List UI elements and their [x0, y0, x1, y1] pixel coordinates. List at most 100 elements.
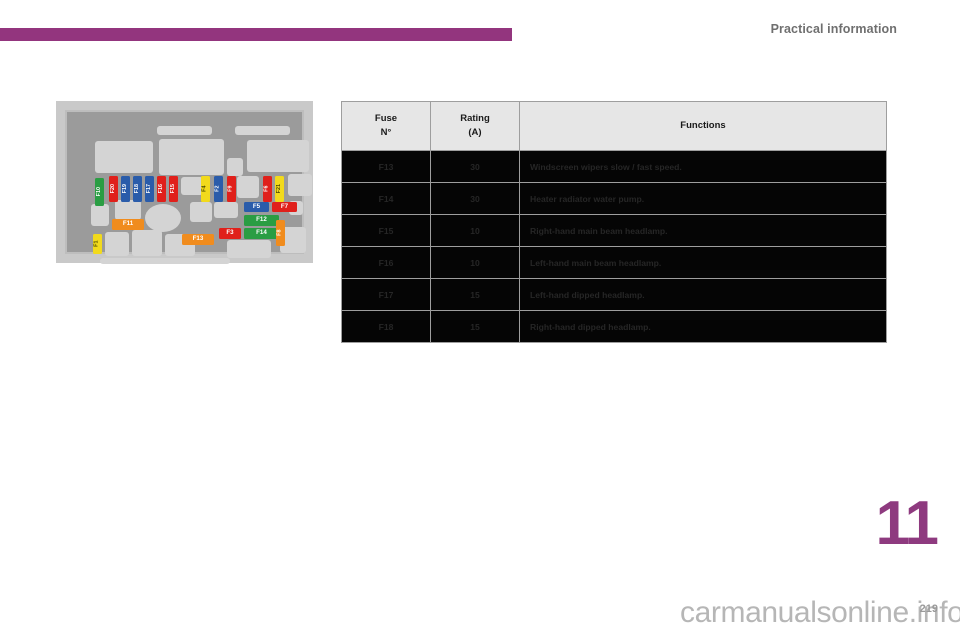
table-header-row: Fuse N° Rating (A) Functions [341, 101, 887, 151]
fuse-f7: F7 [272, 202, 297, 212]
fuse-label: F1 [93, 240, 100, 248]
fuse-f18: F18 [133, 176, 142, 202]
fuse-f8: F8 [276, 220, 285, 246]
fuse-f11: F11 [112, 219, 144, 230]
cell-function: Windscreen wipers slow / fast speed. [519, 150, 887, 183]
table-row: F16 10 Left-hand main beam headlamp. [341, 246, 887, 279]
fuse-label: F21 [275, 184, 282, 194]
fuse-label: F8 [276, 229, 283, 237]
table-row: F13 30 Windscreen wipers slow / fast speed… [341, 150, 887, 183]
relay-slot [227, 240, 271, 258]
relay-slot [91, 204, 109, 226]
relay-slot [181, 177, 203, 195]
fuse-label: F4 [201, 185, 208, 193]
page-number: 219 [919, 603, 938, 615]
relay-slot [237, 176, 259, 198]
table-row: F15 10 Right-hand main beam headlamp. [341, 214, 887, 247]
fuse-f6: F6 [263, 176, 272, 202]
cell-fuse-number: F14 [341, 182, 431, 215]
fuse-label: F20 [109, 184, 116, 194]
fuse-f1: F1 [93, 234, 102, 254]
fuse-f16: F16 [157, 176, 166, 202]
cell-rating: 15 [430, 310, 520, 343]
fuse-box-diagram: F10 F20 F19 F18 F17 F16 F15 F4 F2 F9 F6 F21 F5 F7 F12 F… [56, 101, 313, 264]
cell-rating: 15 [430, 278, 520, 311]
fuse-f15: F15 [169, 176, 178, 202]
relay-slot [288, 174, 312, 196]
fuse-label: F6 [263, 185, 270, 193]
cell-function: Right-hand main beam headlamp. [519, 214, 887, 247]
relay-slot [105, 232, 129, 256]
header-accent-bar [0, 28, 512, 41]
column-header-fuse-line1: Fuse [374, 113, 398, 125]
fuse-label: F18 [133, 184, 140, 194]
site-watermark: carmanualsonline.info [680, 596, 960, 629]
fuse-f19: F19 [121, 176, 130, 202]
relay-slot [100, 258, 230, 264]
fuse-f21: F21 [275, 176, 284, 202]
fuse-f13: F13 [182, 234, 214, 245]
cell-fuse-number: F15 [341, 214, 431, 247]
cell-fuse-number: F16 [341, 246, 431, 279]
relay-slot [132, 230, 162, 256]
relay-slot [159, 139, 224, 175]
cell-rating: 30 [430, 150, 520, 183]
relay-slot [214, 202, 238, 218]
fuse-f5: F5 [244, 202, 269, 212]
relay-slot [95, 141, 153, 173]
relay-slot [235, 126, 290, 135]
relay-slot [227, 158, 243, 176]
relay-slot [157, 126, 212, 135]
fuse-label: F16 [157, 184, 164, 194]
fuse-f4: F4 [201, 176, 210, 202]
fuse-label: F17 [145, 184, 152, 194]
column-header-fuse-number: Fuse N° [341, 101, 431, 151]
table-row: F17 15 Left-hand dipped headlamp. [341, 278, 887, 311]
column-header-rating-line1: Rating [460, 113, 490, 125]
fuse-f20: F20 [109, 176, 118, 202]
table-row: F18 15 Right-hand dipped headlamp. [341, 310, 887, 343]
column-header-fuse-line2: N° [380, 127, 392, 138]
cell-function: Right-hand dipped headlamp. [519, 310, 887, 343]
cell-rating: 30 [430, 182, 520, 215]
chapter-number: 11 [875, 489, 939, 558]
fuse-label: F12 [256, 216, 267, 224]
fuse-label: F11 [122, 220, 134, 228]
fuse-label: F10 [95, 187, 102, 197]
fuse-f9: F9 [227, 176, 236, 202]
cell-fuse-number: F17 [341, 278, 431, 311]
fuse-f17: F17 [145, 176, 154, 202]
fuse-label: F19 [121, 184, 128, 194]
page-title: Practical information [770, 22, 897, 36]
cell-function: Left-hand main beam headlamp. [519, 246, 887, 279]
cell-rating: 10 [430, 214, 520, 247]
relay-slot [115, 200, 141, 220]
fuse-table: Fuse N° Rating (A) Functions F13 30 Windsc… [341, 101, 887, 343]
fuse-label: F9 [227, 185, 234, 193]
fuse-label: F7 [280, 202, 289, 210]
fuse-box-body: F10 F20 F19 F18 F17 F16 F15 F4 F2 F9 F6 F21 F5 F7 F12 F… [65, 110, 312, 264]
fuse-f10: F10 [95, 178, 104, 206]
column-header-rating: Rating (A) [430, 101, 520, 151]
cell-rating: 10 [430, 246, 520, 279]
column-header-rating-line2: (A) [468, 127, 482, 138]
fuse-label: F2 [214, 185, 221, 193]
fuse-label: F3 [226, 229, 234, 237]
fuse-f2: F2 [214, 176, 223, 202]
fuse-f14: F14 [244, 228, 279, 239]
relay-slot [247, 140, 309, 172]
cell-function: Left-hand dipped headlamp. [519, 278, 887, 311]
fuse-label: F15 [169, 184, 176, 194]
cell-fuse-number: F18 [341, 310, 431, 343]
fuse-f12: F12 [244, 215, 279, 226]
fuse-f3: F3 [219, 228, 241, 239]
table-row: F14 30 Heater radiator water pump. [341, 182, 887, 215]
fuse-label: F14 [256, 229, 267, 237]
relay-slot [190, 202, 212, 222]
cell-fuse-number: F13 [341, 150, 431, 183]
fuse-label: F5 [252, 202, 261, 210]
fuse-label: F13 [192, 235, 204, 243]
cell-function: Heater radiator water pump. [519, 182, 887, 215]
column-header-functions: Functions [519, 101, 887, 151]
relay-slot [145, 204, 181, 232]
